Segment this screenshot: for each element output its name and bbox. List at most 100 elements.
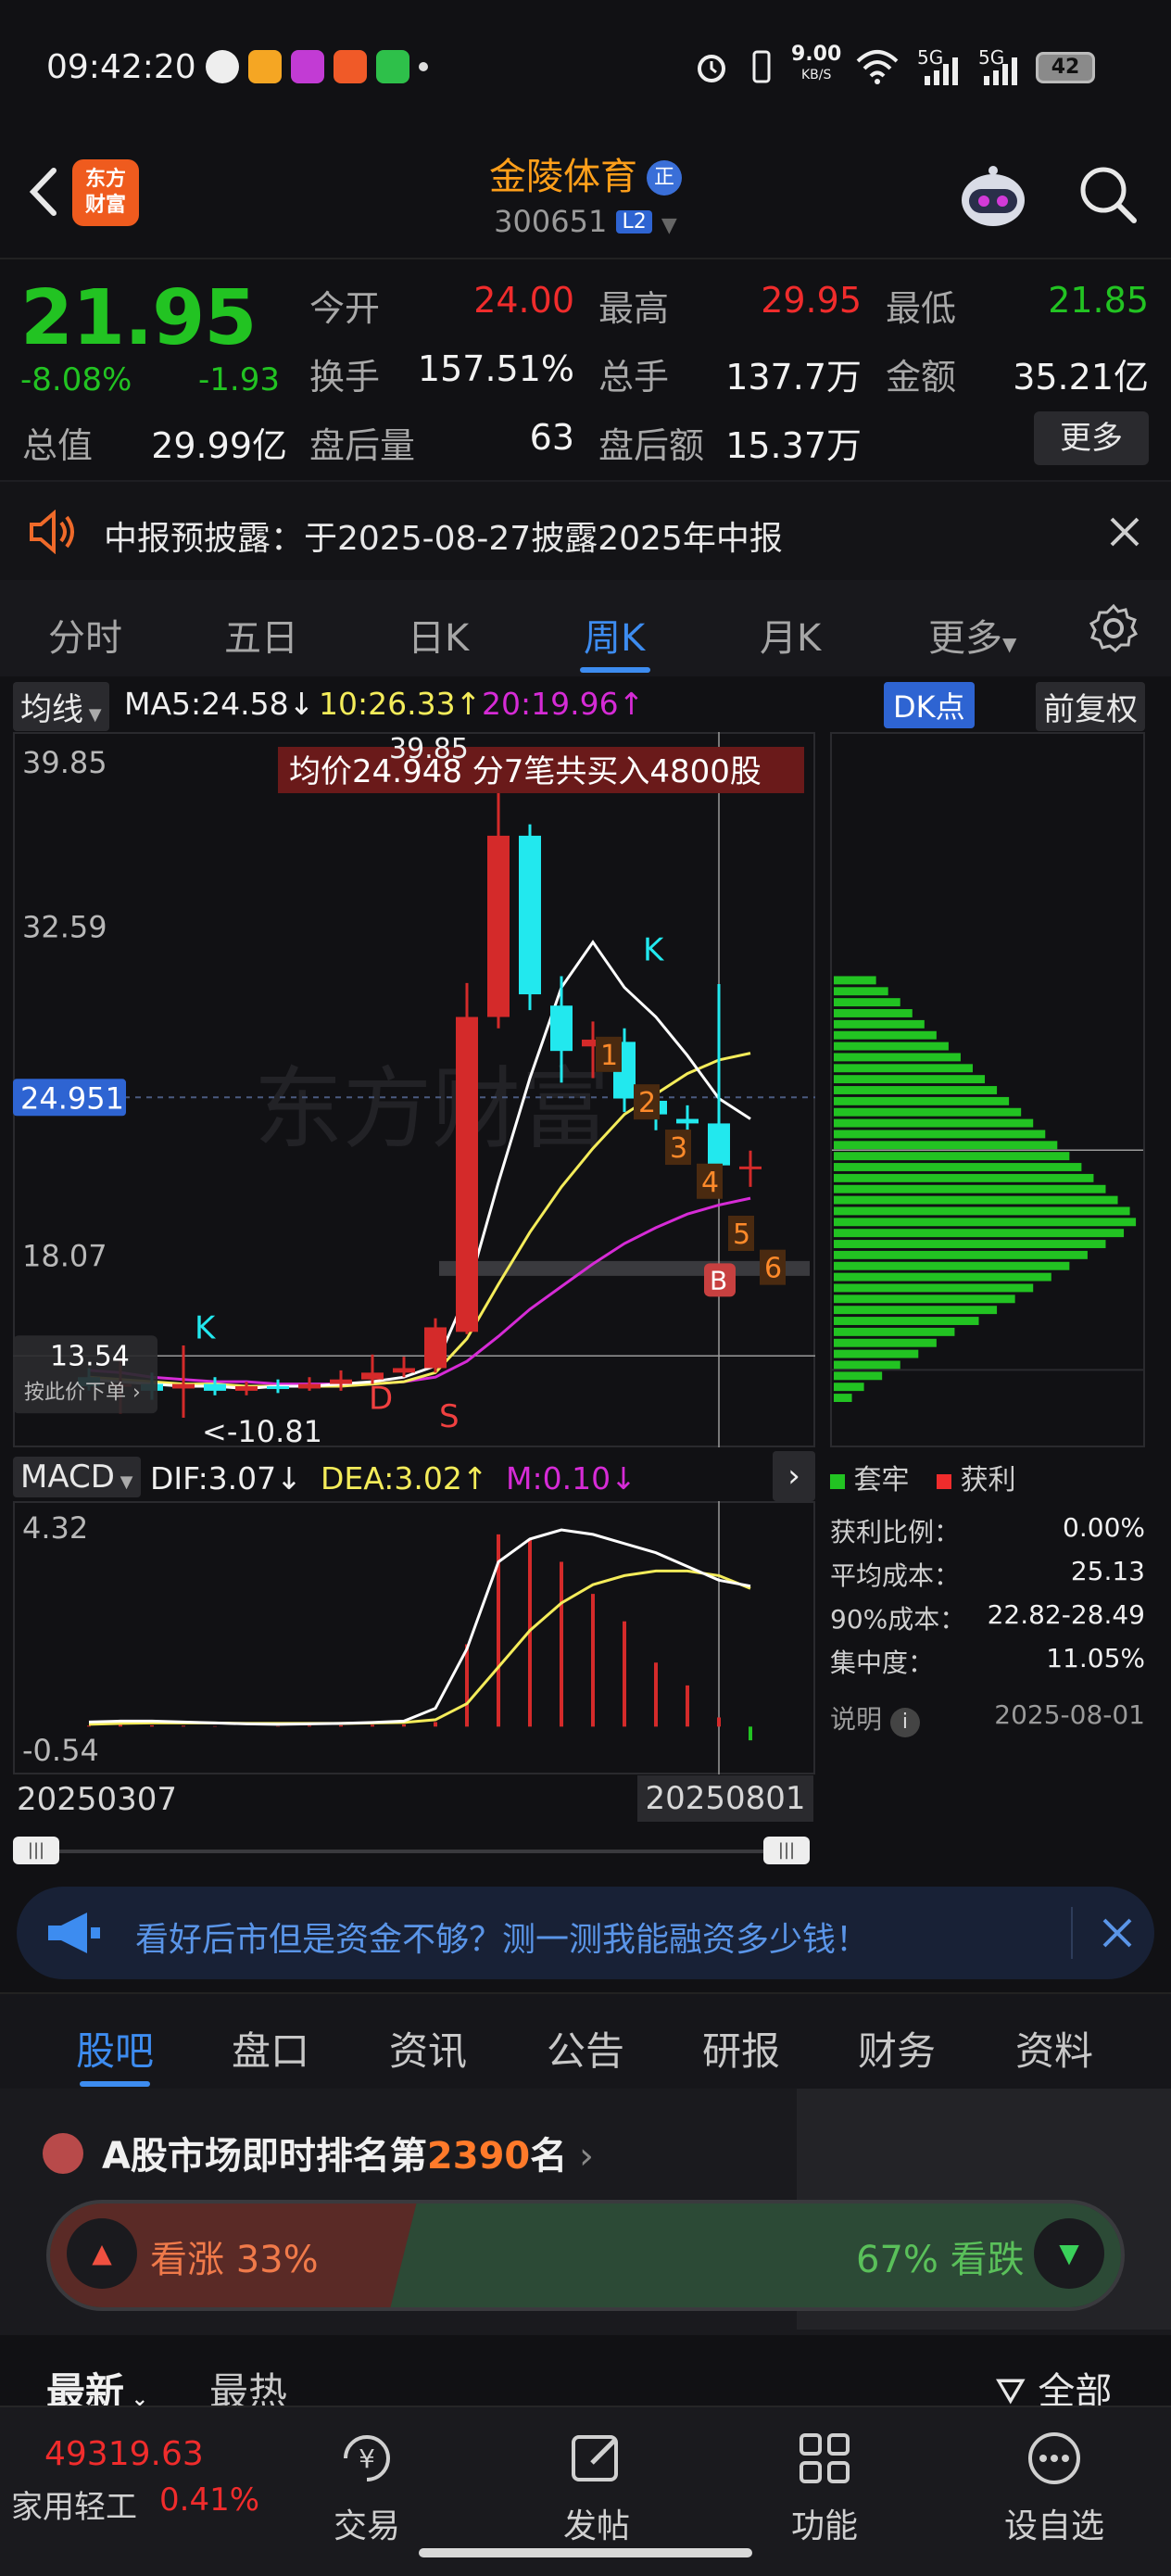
macd-background	[13, 1501, 815, 1774]
period-low-label: <-10.81	[202, 1414, 322, 1447]
profit-label: 获利	[960, 1464, 1016, 1496]
chevron-right-icon: ›	[567, 2135, 594, 2178]
more-quote-button[interactable]: 更多	[1034, 411, 1149, 465]
level2-badge: L2	[616, 210, 652, 234]
ma10-value: 10:26.33↑	[319, 686, 482, 722]
chip-bar	[833, 987, 888, 996]
nav-add-watchlist[interactable]: 设自选	[971, 2426, 1138, 2547]
signal-number: 2	[638, 1087, 656, 1119]
chip-distribution-panel[interactable]	[830, 732, 1145, 1447]
crosshair-price: 13.54	[50, 1340, 130, 1372]
macd-selector[interactable]: MACD ▼	[13, 1457, 141, 1497]
tab-more[interactable]: 更多▼	[928, 608, 1016, 662]
candle-body	[487, 835, 510, 1017]
price-marker: 24.951	[20, 1080, 124, 1116]
candle-body	[550, 1005, 573, 1052]
chart-range-scroller[interactable]: ||| |||	[13, 1837, 810, 1864]
robot-assistant-icon[interactable]	[954, 158, 1032, 235]
signal-d: D	[369, 1380, 393, 1417]
chip-bar	[833, 1306, 998, 1315]
close-icon[interactable]	[1108, 515, 1141, 549]
financing-ad-banner[interactable]: 看好后市但是资金不够？测一测我能融资多少钱！	[17, 1887, 1154, 1979]
close-ad-icon[interactable]	[1101, 1916, 1134, 1950]
vote-bull-button[interactable]: ▲	[67, 2218, 137, 2289]
nav-post[interactable]: 发帖	[513, 2426, 680, 2547]
tab-announcements[interactable]: 公告	[547, 2020, 624, 2077]
settings-gear-icon[interactable]	[1088, 602, 1140, 654]
afterhours-amount-value: 15.37万	[725, 425, 862, 466]
notification-icons	[206, 50, 428, 83]
last-price: 21.95	[20, 274, 257, 362]
trapped-swatch	[830, 1474, 845, 1489]
low-label: 最低	[886, 288, 957, 329]
megaphone-icon	[48, 1913, 100, 1953]
index-value[interactable]: 49319.63	[44, 2435, 204, 2473]
phone-app-icon	[376, 50, 409, 83]
search-icon[interactable]	[1075, 161, 1140, 226]
chip-bar	[833, 1118, 1034, 1128]
notice-bar[interactable]: 中报预披露：于2025-08-27披露2025年中报	[0, 480, 1171, 580]
status-time: 09:42:20	[46, 48, 196, 86]
tab-pankou[interactable]: 盘口	[232, 2020, 309, 2077]
indicator-selector[interactable]: 均线 ▼	[13, 682, 109, 731]
tab-five-day[interactable]: 五日	[224, 608, 298, 662]
dif-value: DIF:3.07↓	[150, 1460, 302, 1496]
macd-y-tick-bottom: -0.54	[22, 1733, 99, 1768]
signal-k-2: K	[643, 931, 665, 968]
nav-functions[interactable]: 功能	[741, 2426, 908, 2547]
chip-bar	[833, 1206, 1130, 1216]
tab-daily-k[interactable]: 日K	[408, 608, 469, 662]
signal-bars-icon	[925, 57, 958, 85]
vote-bear-button[interactable]: ▼	[1034, 2218, 1104, 2289]
chip-bar	[833, 1250, 1088, 1259]
chip-bar	[833, 1053, 961, 1062]
message-app-icon	[334, 50, 367, 83]
signal-k-1: K	[195, 1310, 217, 1347]
tab-guba[interactable]: 股吧	[76, 2020, 154, 2077]
svg-text:¥: ¥	[359, 2443, 375, 2474]
mktcap-label: 总值	[22, 425, 94, 466]
chip-bar	[833, 1184, 1106, 1193]
index-name[interactable]: 家用轻工	[11, 2481, 137, 2527]
dropdown-caret-icon: ▼	[114, 1472, 133, 1492]
tab-finance[interactable]: 财务	[858, 2020, 936, 2077]
tab-news[interactable]: 资讯	[389, 2020, 467, 2077]
tab-intraday[interactable]: 分时	[48, 608, 122, 662]
chip-bar	[833, 1338, 937, 1347]
weekly-k-chart[interactable]: 东方财富 39.8532.5925.3318.07 均价24.948 分7笔共买…	[13, 732, 815, 1447]
chip-note[interactable]: 说明 i 2025-08-01	[830, 1699, 1145, 1737]
candle-body	[424, 1327, 447, 1369]
adjust-mode-button[interactable]: 前复权	[1036, 682, 1145, 731]
active-tab-indicator	[580, 667, 650, 673]
macd-legend: MACD ▼ DIF:3.07↓ DEA:3.02↑ M:0.10↓ ›	[0, 1451, 825, 1507]
tab-monthly-k[interactable]: 月K	[760, 608, 821, 662]
scroller-right-handle[interactable]: |||	[763, 1837, 810, 1864]
index-change[interactable]: 0.41%	[159, 2481, 259, 2519]
ranking-title[interactable]: A股市场即时排名第2390名 ›	[43, 2126, 594, 2179]
alarm-icon	[698, 55, 725, 82]
macd-chart[interactable]: 4.32 -0.54	[13, 1501, 815, 1774]
dropdown-caret-icon: ▼	[1002, 633, 1017, 655]
y-tick-label: 39.85	[22, 745, 107, 780]
chip-stat-row: 平均成本： 25.13	[830, 1556, 1145, 1593]
scroller-track	[31, 1850, 791, 1853]
dk-point-button[interactable]: DK点	[884, 682, 975, 728]
candle-body	[298, 1383, 321, 1389]
candle-body	[456, 1017, 478, 1332]
chip-bar	[833, 1394, 852, 1402]
nav-trade[interactable]: ¥ 交易	[283, 2426, 450, 2547]
signal-number: 4	[701, 1167, 719, 1199]
wifi-icon	[856, 50, 899, 84]
amount-label: 金额	[886, 357, 957, 398]
signal-number: 5	[733, 1219, 750, 1251]
tab-profile[interactable]: 资料	[1015, 2020, 1093, 2077]
open-value: 24.00	[473, 280, 574, 321]
tab-research[interactable]: 研报	[702, 2020, 780, 2077]
battery-icon: 42	[1036, 52, 1095, 83]
scroller-left-handle[interactable]: |||	[13, 1837, 59, 1864]
chip-stat-label: 平均成本：	[830, 1560, 961, 1591]
change-percent: -8.08%	[20, 361, 132, 398]
expand-arrow-button[interactable]: ›	[773, 1451, 815, 1501]
chip-bar	[833, 1096, 1010, 1105]
tab-weekly-k[interactable]: 周K	[584, 608, 645, 662]
